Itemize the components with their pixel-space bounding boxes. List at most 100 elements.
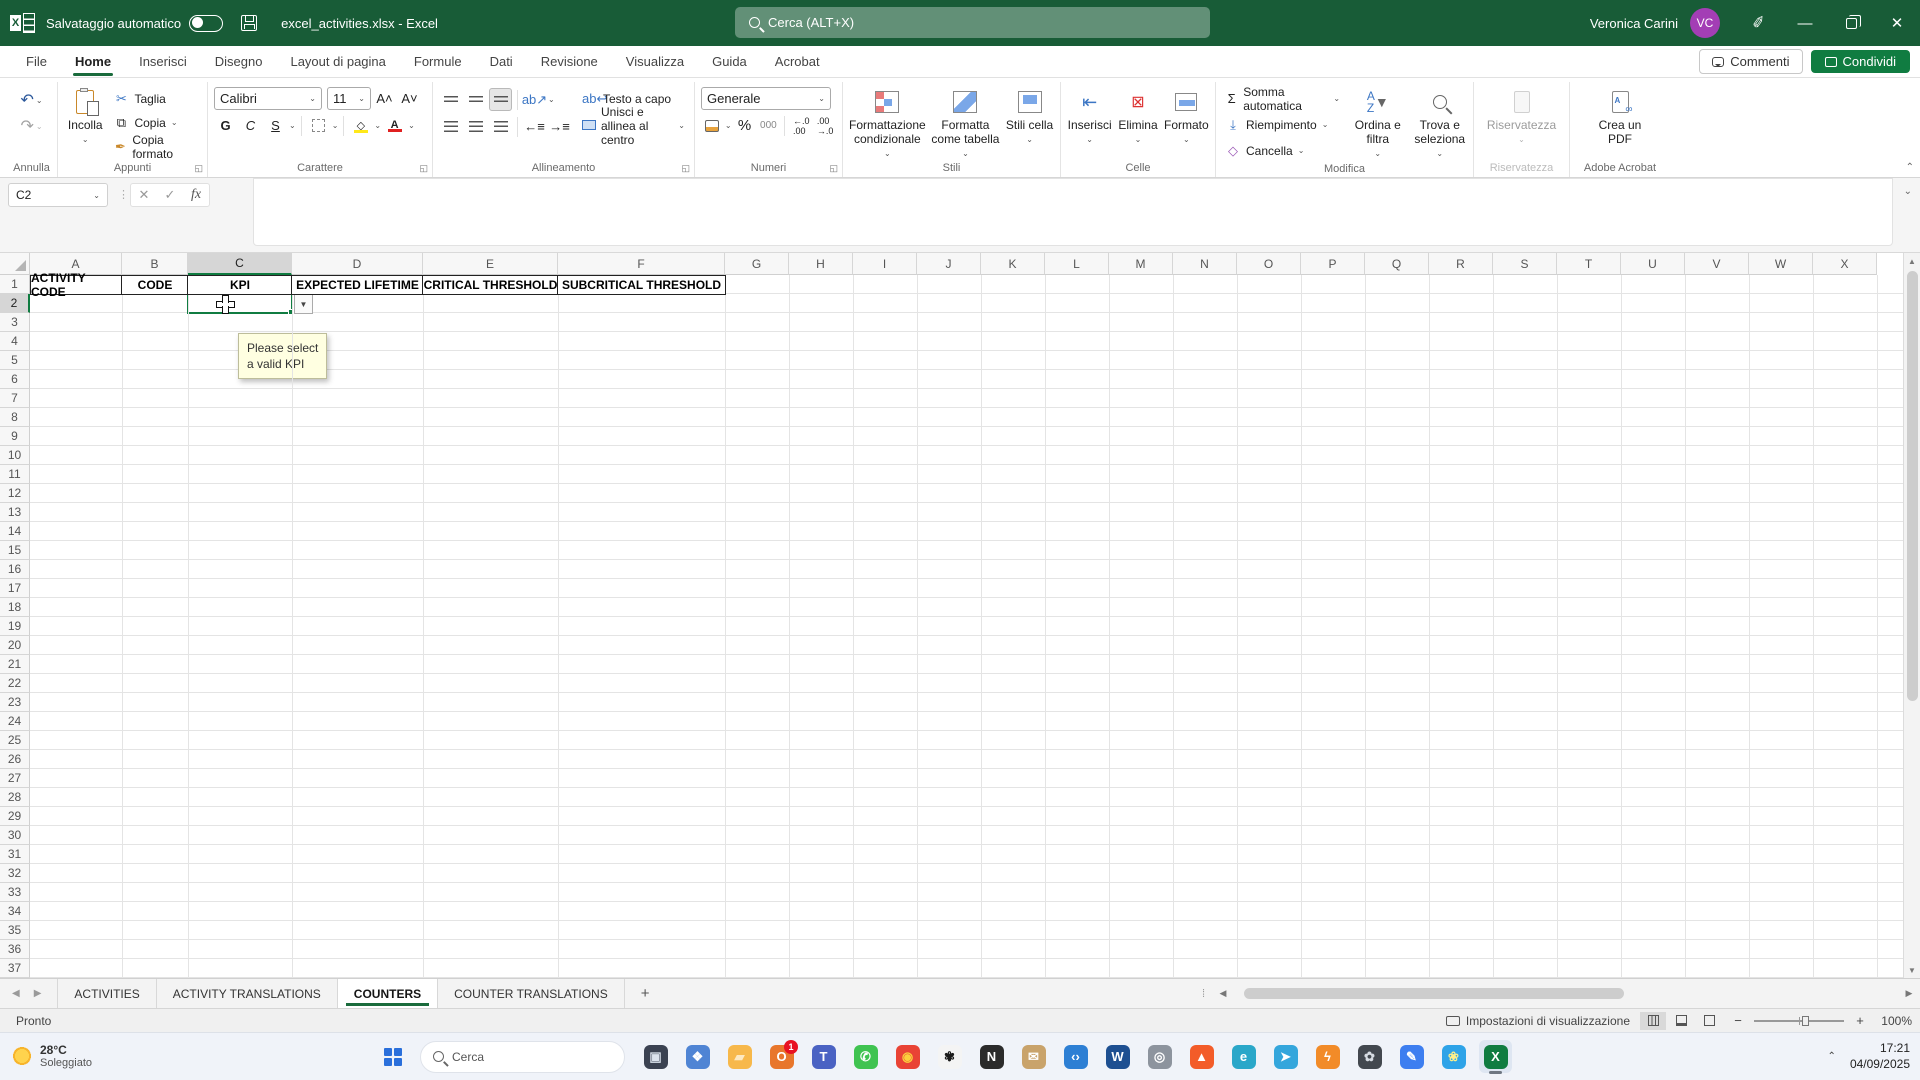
increase-indent-icon[interactable]: →≡ xyxy=(548,115,571,138)
paste-button[interactable]: Incolla ⌄ xyxy=(64,84,106,144)
column-header-H[interactable]: H xyxy=(789,253,853,275)
cell-styles-button[interactable]: Stili cella ⌄ xyxy=(1005,84,1054,144)
copy-button[interactable]: ⧉ Copia ⌄ xyxy=(110,112,201,133)
fill-button[interactable]: ⤓ Riempimento ⌄ xyxy=(1222,114,1343,135)
outlook-icon[interactable]: O1 xyxy=(765,1040,798,1073)
close-button[interactable]: ✕ xyxy=(1874,0,1920,46)
column-header-E[interactable]: E xyxy=(423,253,558,275)
ribbon-tab-visualizza[interactable]: Visualizza xyxy=(614,48,696,75)
ribbon-tab-home[interactable]: Home xyxy=(63,48,123,76)
ribbon-tab-revisione[interactable]: Revisione xyxy=(529,48,610,75)
row-header-17[interactable]: 17 xyxy=(0,579,30,598)
align-top-icon[interactable] xyxy=(439,88,462,111)
row-header-9[interactable]: 9 xyxy=(0,427,30,446)
row-header-15[interactable]: 15 xyxy=(0,541,30,560)
select-all-corner[interactable] xyxy=(0,253,30,275)
align-bottom-icon[interactable] xyxy=(489,88,512,111)
chatgpt-icon[interactable]: ✾ xyxy=(933,1040,966,1073)
column-header-T[interactable]: T xyxy=(1557,253,1621,275)
collapse-ribbon-icon[interactable]: ⌃ xyxy=(1906,162,1914,173)
search-box[interactable]: Cerca (ALT+X) xyxy=(735,7,1210,38)
excel-app-icon[interactable]: X xyxy=(10,11,36,35)
row-header-5[interactable]: 5 xyxy=(0,351,30,370)
increase-decimal-icon[interactable]: ←.0.00 xyxy=(790,114,812,137)
cancel-entry-icon[interactable]: ✕ xyxy=(131,187,157,203)
header-cell-B1[interactable]: CODE xyxy=(121,275,189,295)
vertical-scrollbar[interactable]: ▲ ▼ xyxy=(1903,253,1920,978)
decrease-indent-icon[interactable]: ←≡ xyxy=(523,115,546,138)
header-cell-E1[interactable]: CRITICAL THRESHOLD xyxy=(422,275,559,295)
sheet-tab-counters[interactable]: COUNTERS xyxy=(337,979,439,1008)
row-header-27[interactable]: 27 xyxy=(0,769,30,788)
scroll-right-icon[interactable]: ▶ xyxy=(1902,988,1916,999)
ribbon-tab-file[interactable]: File xyxy=(14,48,59,75)
row-header-19[interactable]: 19 xyxy=(0,617,30,636)
autosum-button[interactable]: Σ Somma automatica ⌄ xyxy=(1222,85,1343,113)
increase-font-icon[interactable]: A˄ xyxy=(373,87,396,110)
notion-icon[interactable]: N xyxy=(975,1040,1008,1073)
ribbon-tab-dati[interactable]: Dati xyxy=(478,48,525,75)
display-settings-button[interactable]: Impostazioni di visualizzazione xyxy=(1445,1014,1630,1028)
whatsapp-icon[interactable]: ✆ xyxy=(849,1040,882,1073)
row-header-10[interactable]: 10 xyxy=(0,446,30,465)
row-header-3[interactable]: 3 xyxy=(0,313,30,332)
column-header-C[interactable]: C xyxy=(188,253,292,275)
align-center-icon[interactable] xyxy=(464,115,487,138)
row-header-35[interactable]: 35 xyxy=(0,921,30,940)
start-button[interactable] xyxy=(376,1040,410,1074)
italic-button[interactable]: C xyxy=(239,114,262,137)
redo-button[interactable]: ↷ ⌄ xyxy=(20,116,42,136)
sheet-tab-activities[interactable]: ACTIVITIES xyxy=(57,979,157,1008)
row-header-28[interactable]: 28 xyxy=(0,788,30,807)
zoom-in-icon[interactable]: + xyxy=(1854,1013,1866,1028)
clipboard-dialog-launcher[interactable]: ◱ xyxy=(194,163,203,174)
brave-icon[interactable]: ▲ xyxy=(1185,1040,1218,1073)
new-sheet-button[interactable]: + xyxy=(625,979,666,1008)
row-header-23[interactable]: 23 xyxy=(0,693,30,712)
monitor-icon[interactable]: ▣ xyxy=(639,1040,672,1073)
find-select-button[interactable]: Trova e seleziona ⌄ xyxy=(1412,84,1467,158)
excel-icon[interactable]: X xyxy=(1479,1040,1512,1074)
explorer-icon[interactable]: ▰ xyxy=(723,1040,756,1073)
column-header-F[interactable]: F xyxy=(558,253,725,275)
data-validation-dropdown-icon[interactable]: ▼ xyxy=(294,294,313,314)
vscode-icon[interactable]: ‹› xyxy=(1059,1040,1092,1073)
column-header-K[interactable]: K xyxy=(981,253,1045,275)
clear-button[interactable]: ◇ Cancella ⌄ xyxy=(1222,140,1343,161)
row-header-18[interactable]: 18 xyxy=(0,598,30,617)
alignment-dialog-launcher[interactable]: ◱ xyxy=(681,163,690,174)
ribbon-tab-formule[interactable]: Formule xyxy=(402,48,474,75)
number-format-combobox[interactable]: Generale ⌄ xyxy=(701,87,831,110)
clock[interactable]: 17:21 04/09/2025 xyxy=(1850,1041,1910,1072)
row-header-25[interactable]: 25 xyxy=(0,731,30,750)
ribbon-tab-guida[interactable]: Guida xyxy=(700,48,759,75)
row-header-12[interactable]: 12 xyxy=(0,484,30,503)
row-header-30[interactable]: 30 xyxy=(0,826,30,845)
conditional-formatting-button[interactable]: Formattazione condizionale ⌄ xyxy=(849,84,926,158)
minimize-button[interactable]: — xyxy=(1782,0,1828,46)
header-cell-F1[interactable]: SUBCRITICAL THRESHOLD xyxy=(557,275,726,295)
scroll-left-icon[interactable]: ◀ xyxy=(1216,988,1230,999)
row-header-21[interactable]: 21 xyxy=(0,655,30,674)
insert-function-icon[interactable]: fx xyxy=(183,187,209,203)
insert-cells-button[interactable]: ⇤ Inserisci ⌄ xyxy=(1067,84,1112,144)
formula-input[interactable] xyxy=(253,178,1893,246)
page-break-view-icon[interactable] xyxy=(1696,1012,1722,1030)
row-header-11[interactable]: 11 xyxy=(0,465,30,484)
row-header-22[interactable]: 22 xyxy=(0,674,30,693)
delete-cells-button[interactable]: ⊠ Elimina ⌄ xyxy=(1116,84,1159,144)
zoom-level[interactable]: 100% xyxy=(1876,1014,1912,1028)
share-button[interactable]: Condividi xyxy=(1810,50,1910,73)
paint-icon[interactable]: ✎ xyxy=(1395,1040,1428,1073)
sheet-tab-activity-translations[interactable]: ACTIVITY TRANSLATIONS xyxy=(157,979,338,1008)
column-header-Q[interactable]: Q xyxy=(1365,253,1429,275)
row-header-7[interactable]: 7 xyxy=(0,389,30,408)
fill-color-icon[interactable]: ◇ xyxy=(349,114,372,137)
column-header-S[interactable]: S xyxy=(1493,253,1557,275)
column-header-V[interactable]: V xyxy=(1685,253,1749,275)
sheet-tab-counter-translations[interactable]: COUNTER TRANSLATIONS xyxy=(438,979,625,1008)
row-header-24[interactable]: 24 xyxy=(0,712,30,731)
teams-icon[interactable]: T xyxy=(807,1040,840,1073)
format-painter-button[interactable]: ✒ Copia formato xyxy=(110,133,201,161)
row-header-29[interactable]: 29 xyxy=(0,807,30,826)
